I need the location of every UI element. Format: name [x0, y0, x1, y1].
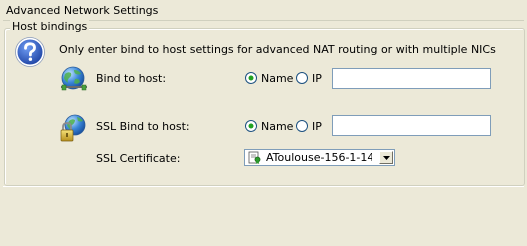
ssl-bind-host-ip-option[interactable]: IP: [312, 120, 322, 133]
network-globe-icon: [61, 66, 87, 91]
bind-host-ip-radio[interactable]: [296, 72, 308, 84]
section-title: Advanced Network Settings: [6, 4, 159, 17]
ssl-certificate-value: AToulouse-156-1-143-25: [266, 151, 372, 164]
ssl-bind-host-ip-radio[interactable]: [296, 120, 308, 132]
ssl-bind-host-input[interactable]: [332, 115, 491, 136]
bind-host-ip-option[interactable]: IP: [312, 72, 322, 85]
ssl-bind-host-label: SSL Bind to host:: [96, 120, 190, 133]
ssl-certificate-label: SSL Certificate:: [96, 152, 181, 165]
certificate-icon: [248, 151, 261, 164]
lock-globe-icon: [60, 114, 86, 142]
bind-host-name-option[interactable]: Name: [261, 72, 293, 85]
ssl-certificate-select[interactable]: AToulouse-156-1-143-25: [244, 149, 395, 166]
group-legend: Host bindings: [10, 20, 90, 33]
ssl-bind-host-name-radio[interactable]: [245, 120, 257, 132]
bind-host-label: Bind to host:: [96, 72, 167, 85]
bind-host-name-radio[interactable]: [245, 72, 257, 84]
info-text: Only enter bind to host settings for adv…: [59, 43, 496, 56]
ssl-bind-host-name-option[interactable]: Name: [261, 120, 293, 133]
ssl-certificate-dropdown-button[interactable]: [379, 151, 393, 164]
bind-host-input[interactable]: [332, 68, 491, 89]
question-icon: [15, 37, 45, 67]
chevron-down-icon: [383, 156, 390, 160]
section-bottom-edge: [3, 186, 524, 187]
